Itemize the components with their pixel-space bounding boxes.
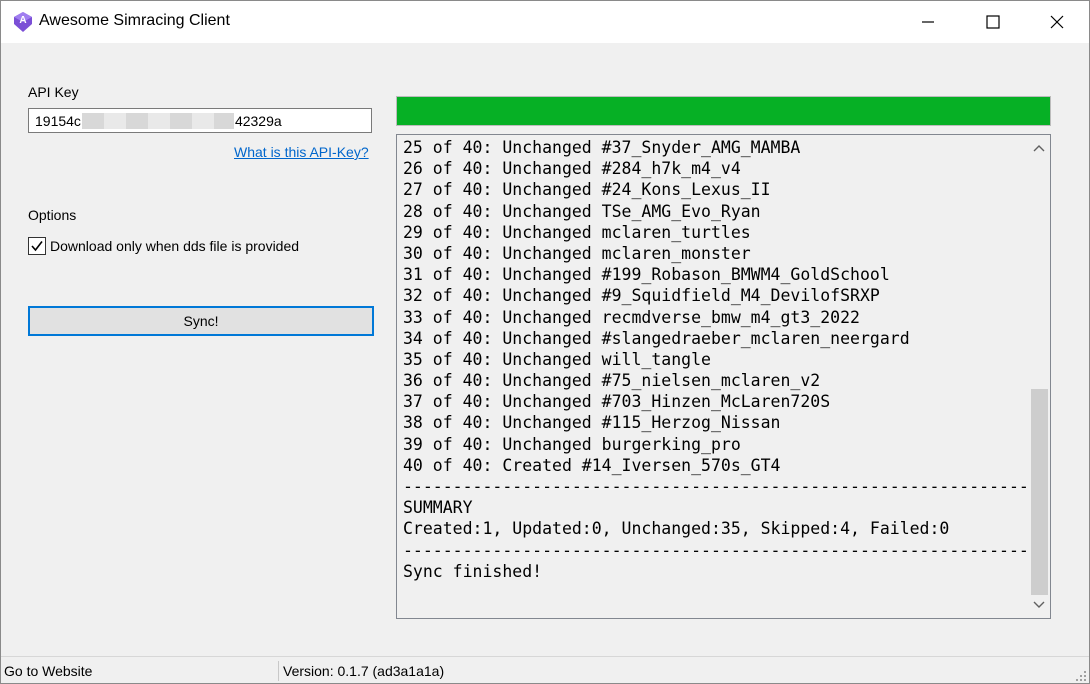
log-line: 36 of 40: Unchanged #75_nielsen_mclaren_…: [403, 371, 821, 391]
log-lines: 25 of 40: Unchanged #37_Snyder_AMG_MAMBA…: [403, 137, 1029, 582]
api-key-suffix: 42329a: [234, 112, 282, 129]
log-line: SUMMARY: [403, 498, 473, 518]
log-scrollbar[interactable]: [1027, 135, 1050, 618]
scroll-up-button[interactable]: [1027, 137, 1050, 159]
minimize-button[interactable]: [896, 1, 960, 43]
log-line: 38 of 40: Unchanged #115_Herzog_Nissan: [403, 413, 781, 433]
log-line: 35 of 40: Unchanged will_tangle: [403, 349, 711, 369]
close-icon: [1050, 15, 1064, 29]
resize-grip-icon[interactable]: [1075, 670, 1087, 682]
log-line: 39 of 40: Unchanged burgerking_pro: [403, 434, 741, 454]
app-window: A Awesome Simracing Client API Key 19154…: [0, 0, 1090, 684]
log-line: 27 of 40: Unchanged #24_Kons_Lexus_II: [403, 180, 771, 200]
progress-fill: [397, 97, 1050, 125]
status-bar: Go to Website Version: 0.1.7 (ad3a1a1a): [1, 656, 1089, 683]
log-line: 33 of 40: Unchanged recmdverse_bmw_m4_gt…: [403, 307, 860, 327]
download-dds-checkbox[interactable]: [28, 237, 46, 255]
log-line: 31 of 40: Unchanged #199_Robason_BMWM4_G…: [403, 265, 890, 285]
version-label: Version: 0.1.7 (ad3a1a1a): [283, 662, 445, 679]
download-dds-label[interactable]: Download only when dds file is provided: [50, 238, 299, 254]
api-key-redaction: [81, 112, 234, 129]
log-line: 37 of 40: Unchanged #703_Hinzen_McLaren7…: [403, 392, 831, 412]
chevron-up-icon: [1033, 145, 1044, 152]
log-line: 29 of 40: Unchanged mclaren_turtles: [403, 222, 751, 242]
window-title: Awesome Simracing Client: [39, 12, 230, 29]
scroll-thumb[interactable]: [1031, 389, 1048, 595]
log-line: 30 of 40: Unchanged mclaren_monster: [403, 243, 751, 263]
main-panel: API Key 19154c 42329a What is this API-Ke…: [1, 43, 1089, 656]
close-button[interactable]: [1025, 1, 1089, 43]
log-line: ----------------------------------------…: [403, 477, 1029, 496]
checkmark-icon: [31, 241, 43, 252]
options-label: Options: [28, 207, 77, 223]
chevron-down-icon: [1033, 601, 1044, 608]
sync-button[interactable]: Sync!: [28, 306, 374, 336]
scroll-down-button[interactable]: [1027, 594, 1050, 616]
maximize-icon: [986, 15, 1000, 29]
minimize-icon: [922, 21, 934, 23]
log-line: 32 of 40: Unchanged #9_Squidfield_M4_Dev…: [403, 286, 880, 306]
log-line: 25 of 40: Unchanged #37_Snyder_AMG_MAMBA: [403, 138, 801, 157]
svg-text:A: A: [19, 15, 26, 26]
api-key-help-link[interactable]: What is this API-Key?: [234, 144, 369, 160]
sync-progress-bar: [396, 96, 1051, 126]
sync-log-textbox[interactable]: 25 of 40: Unchanged #37_Snyder_AMG_MAMBA…: [396, 134, 1051, 619]
log-line: 34 of 40: Unchanged #slangedraeber_mclar…: [403, 328, 910, 348]
api-key-label: API Key: [28, 84, 79, 100]
app-logo-icon: A: [14, 12, 32, 32]
log-line: 28 of 40: Unchanged TSe_AMG_Evo_Ryan: [403, 201, 761, 221]
maximize-button[interactable]: [961, 1, 1025, 43]
status-separator: [278, 661, 279, 681]
log-line: ----------------------------------------…: [403, 540, 1029, 560]
log-line: Created:1, Updated:0, Unchanged:35, Skip…: [403, 519, 950, 539]
api-key-prefix: 19154c: [35, 112, 81, 129]
log-line: 26 of 40: Unchanged #284_h7k_m4_v4: [403, 159, 741, 179]
go-to-website-link[interactable]: Go to Website: [4, 657, 92, 683]
api-key-input[interactable]: 19154c 42329a: [28, 108, 372, 133]
title-bar[interactable]: A Awesome Simracing Client: [1, 1, 1089, 43]
log-line: Sync finished!: [403, 561, 543, 581]
log-line: 40 of 40: Created #14_Iversen_570s_GT4: [403, 455, 781, 475]
